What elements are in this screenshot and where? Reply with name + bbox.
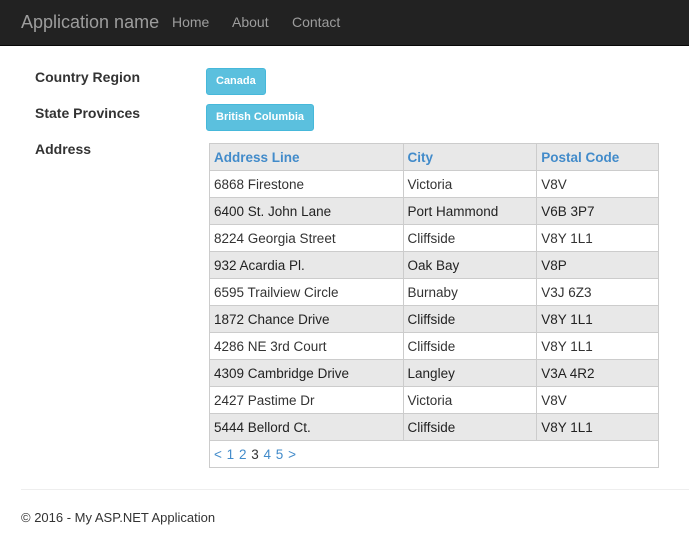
table-row: 2427 Pastime Dr Victoria V8V (209, 386, 659, 414)
cell-city: Langley (402, 359, 538, 387)
cell-address: 1872 Chance Drive (209, 305, 404, 333)
cell-postal-code: V6B 3P7 (536, 197, 659, 225)
cell-city: Cliffside (402, 224, 538, 252)
pager-page-1-link[interactable]: 1 (227, 447, 235, 462)
pager-page-5-link[interactable]: 5 (276, 447, 284, 462)
country-region-label: Country Region (35, 69, 140, 85)
table-row: 6400 St. John Lane Port Hammond V6B 3P7 (209, 197, 659, 225)
pager-row: < 1 2 3 4 5 > (209, 440, 659, 468)
pager-page-2-link[interactable]: 2 (239, 447, 247, 462)
cell-city: Cliffside (402, 332, 538, 360)
pager-next-link[interactable]: > (288, 447, 296, 462)
cell-postal-code: V8Y 1L1 (536, 305, 659, 333)
cell-postal-code: V3A 4R2 (536, 359, 659, 387)
table-row: 1872 Chance Drive Cliffside V8Y 1L1 (209, 305, 659, 333)
cell-postal-code: V8Y 1L1 (536, 332, 659, 360)
footer-copyright: © 2016 - My ASP.NET Application (21, 510, 216, 525)
table-row: 8224 Georgia Street Cliffside V8Y 1L1 (209, 224, 659, 252)
country-button[interactable]: Canada (206, 68, 266, 95)
cell-city: Burnaby (402, 278, 538, 306)
address-table: Address Line City Postal Code 6868 Fires… (209, 143, 659, 468)
cell-city: Oak Bay (402, 251, 538, 279)
state-button[interactable]: British Columbia (206, 104, 315, 131)
cell-address: 2427 Pastime Dr (209, 386, 404, 414)
cell-address: 932 Acardia Pl. (209, 251, 404, 279)
cell-postal-code: V8V (536, 386, 659, 414)
nav-about-link[interactable]: About (232, 14, 269, 30)
pager-current-page: 3 (251, 446, 259, 462)
table-row: 4286 NE 3rd Court Cliffside V8Y 1L1 (209, 332, 659, 360)
header-postal-code[interactable]: Postal Code (536, 143, 659, 171)
address-label: Address (35, 141, 92, 157)
cell-city: Victoria (402, 170, 538, 198)
cell-city: Cliffside (402, 305, 538, 333)
cell-address: 6400 St. John Lane (209, 197, 404, 225)
cell-postal-code: V8Y 1L1 (536, 224, 659, 252)
pager-page-4-link[interactable]: 4 (264, 447, 272, 462)
cell-address: 5444 Bellord Ct. (209, 413, 404, 441)
cell-postal-code: V8P (536, 251, 659, 279)
cell-postal-code: V8V (536, 170, 659, 198)
footer-divider (21, 489, 689, 490)
state-provinces-label: State Provinces (35, 105, 141, 121)
brand-link[interactable]: Application name (21, 12, 159, 33)
header-address-line[interactable]: Address Line (209, 143, 404, 171)
cell-postal-code: V3J 6Z3 (536, 278, 659, 306)
table-row: 5444 Bellord Ct. Cliffside V8Y 1L1 (209, 413, 659, 441)
cell-address: 4286 NE 3rd Court (209, 332, 404, 360)
cell-address: 4309 Cambridge Drive (209, 359, 404, 387)
table-row: 6868 Firestone Victoria V8V (209, 170, 659, 198)
table-header-row: Address Line City Postal Code (209, 143, 659, 171)
table-row: 4309 Cambridge Drive Langley V3A 4R2 (209, 359, 659, 387)
cell-city: Victoria (402, 386, 538, 414)
table-row: 932 Acardia Pl. Oak Bay V8P (209, 251, 659, 279)
cell-address: 6868 Firestone (209, 170, 404, 198)
nav-contact-link[interactable]: Contact (292, 14, 340, 30)
cell-postal-code: V8Y 1L1 (536, 413, 659, 441)
cell-address: 8224 Georgia Street (209, 224, 404, 252)
cell-city: Cliffside (402, 413, 538, 441)
navbar: Application name Home About Contact (0, 0, 689, 46)
cell-address: 6595 Trailview Circle (209, 278, 404, 306)
header-city[interactable]: City (402, 143, 538, 171)
pager-prev-link[interactable]: < (214, 447, 222, 462)
nav-home-link[interactable]: Home (172, 14, 209, 30)
pager: < 1 2 3 4 5 > (209, 440, 659, 468)
table-row: 6595 Trailview Circle Burnaby V3J 6Z3 (209, 278, 659, 306)
cell-city: Port Hammond (402, 197, 538, 225)
